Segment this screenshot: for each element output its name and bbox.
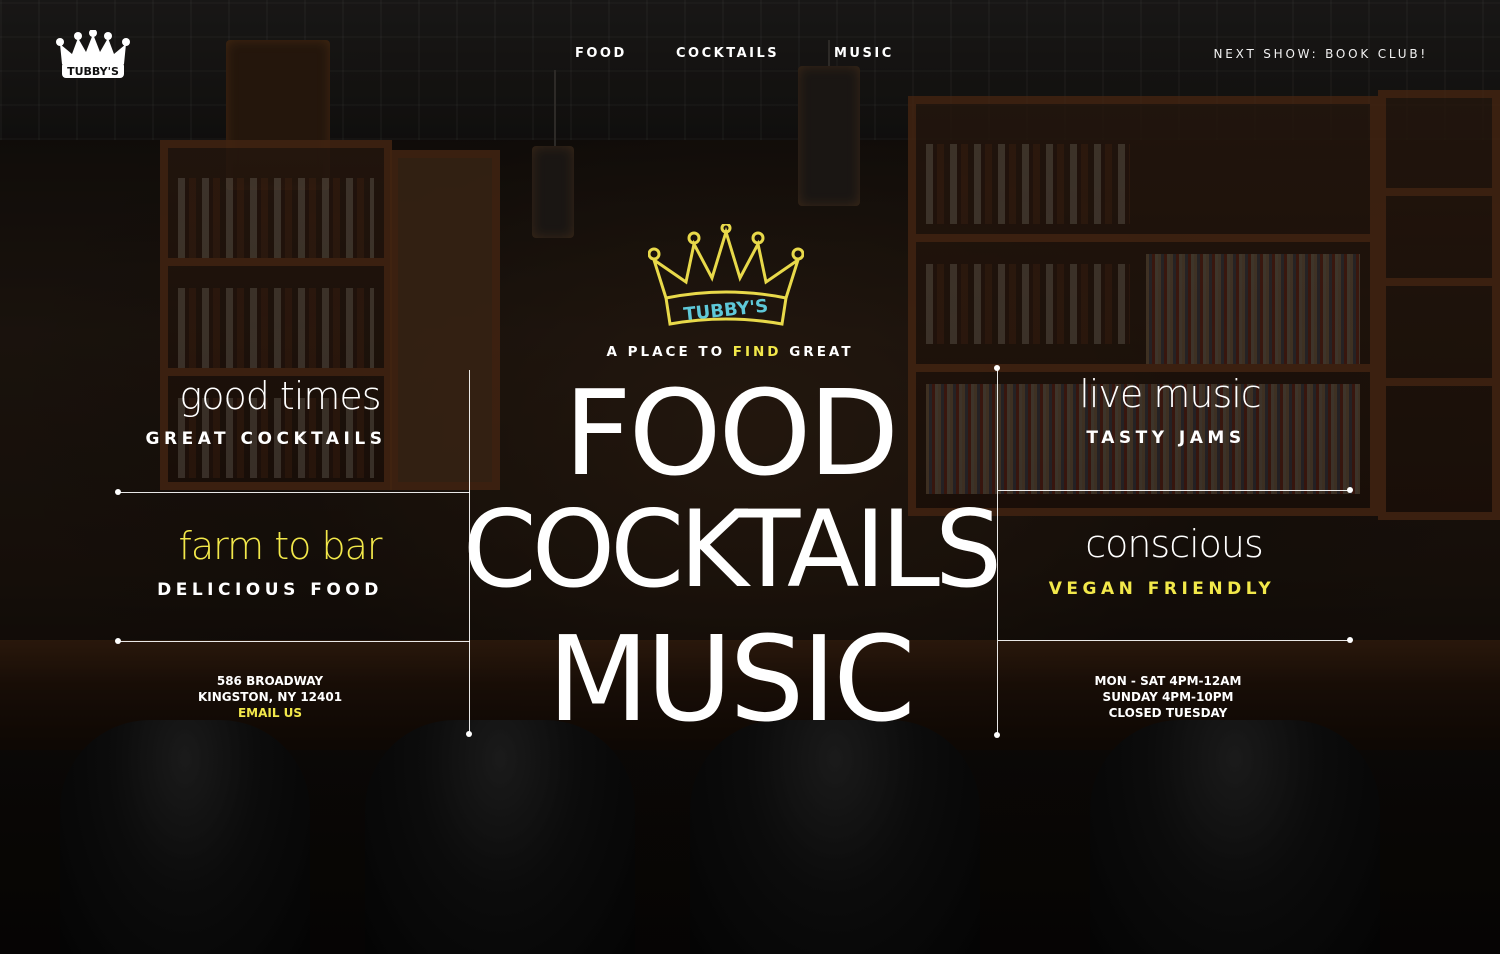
page: TUBBY'S FOOD COCKTAILS MUSIC NEXT SHOW: … (0, 0, 1500, 954)
right-divider-dot (1347, 637, 1353, 643)
address-line-1: 586 BROADWAY (216, 674, 324, 688)
hours-line-1: MON - SAT 4PM-12AM (1094, 674, 1242, 688)
right-vertical-rule (997, 368, 998, 736)
right-top-subtitle: TASTY JAMS (1086, 428, 1246, 448)
kicker-after: GREAT (781, 344, 854, 360)
left-divider-dot (115, 638, 121, 644)
left-rule-dot (466, 731, 472, 737)
right-divider-top (998, 490, 1350, 491)
hours-line-3: CLOSED TUESDAY (1108, 706, 1228, 720)
hero-word-food: FOOD (563, 364, 900, 502)
right-divider-dot (1347, 487, 1353, 493)
nav-cocktails-link[interactable]: COCKTAILS (676, 46, 779, 61)
kicker-before: A PLACE TO (606, 344, 733, 360)
right-bottom-subtitle: VEGAN FRIENDLY (1048, 579, 1276, 599)
right-rule-dot (994, 365, 1000, 371)
right-divider-bottom (998, 640, 1350, 641)
left-top-subtitle: GREAT COCKTAILS (145, 429, 387, 449)
email-us-link[interactable]: EMAIL US (120, 705, 420, 721)
hours-line-2: SUNDAY 4PM-10PM (1102, 690, 1234, 704)
hero-word-cocktails: COCKTAILS (462, 488, 1002, 611)
left-divider-dot (115, 489, 121, 495)
right-bottom-title: conscious (1085, 522, 1264, 566)
left-vertical-rule (469, 370, 470, 734)
address-block: 586 BROADWAY KINGSTON, NY 12401 EMAIL US (120, 673, 420, 721)
hero-word-music: MUSIC (547, 610, 915, 748)
kicker-highlight: FIND (732, 344, 782, 360)
left-top-title: good times (179, 374, 381, 418)
next-show-link[interactable]: NEXT SHOW: BOOK CLUB! (1213, 47, 1428, 61)
left-bottom-title: farm to bar (178, 524, 383, 568)
address-line-2: KINGSTON, NY 12401 (197, 690, 343, 704)
right-rule-dot (994, 732, 1000, 738)
hours-block: MON - SAT 4PM-12AM SUNDAY 4PM-10PM CLOSE… (1018, 673, 1318, 721)
hero-kicker: A PLACE TO FIND GREAT (500, 344, 960, 360)
left-divider-top (118, 492, 470, 493)
nav-music-link[interactable]: MUSIC (834, 46, 894, 61)
left-divider-bottom (118, 641, 470, 642)
nav-food-link[interactable]: FOOD (575, 46, 627, 61)
tubbys-logo[interactable]: TUBBY'S (56, 30, 130, 82)
right-top-title: live music (1079, 372, 1261, 416)
neon-crown-sign: TUBBY'S (648, 224, 804, 326)
left-bottom-subtitle: DELICIOUS FOOD (157, 580, 383, 600)
logo-text: TUBBY'S (67, 65, 119, 78)
